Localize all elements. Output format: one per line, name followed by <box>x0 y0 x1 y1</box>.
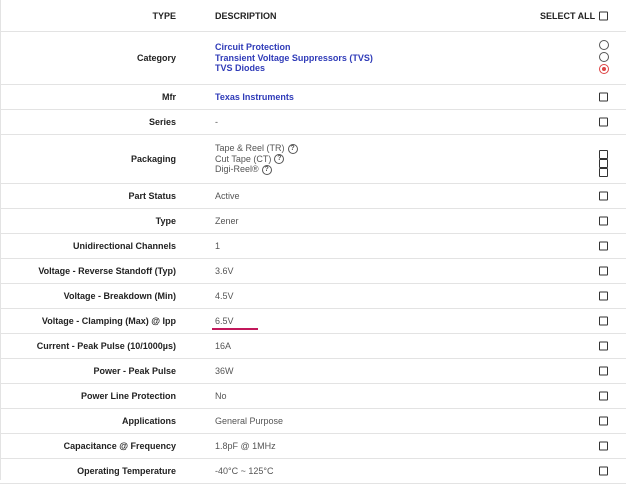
row-value: Active <box>215 191 240 201</box>
row-label: Capacitance @ Frequency <box>63 441 176 451</box>
row-label: Operating Temperature <box>77 466 176 476</box>
row-value: 4.5V <box>215 291 234 301</box>
packaging-option: Cut Tape (CT)? <box>215 154 298 165</box>
select-all-checkbox[interactable] <box>599 11 608 20</box>
row-label: Packaging <box>130 154 176 164</box>
table-row-category: Category Circuit Protection Transient Vo… <box>0 32 626 85</box>
table-row-packaging: Packaging Tape & Reel (TR)? Cut Tape (CT… <box>0 135 626 184</box>
question-circle-icon[interactable]: ? <box>287 143 298 154</box>
category-radio-tvs[interactable] <box>599 52 609 62</box>
row-value: -40°C ~ 125°C <box>215 466 274 476</box>
row-label: Power Line Protection <box>80 391 176 401</box>
category-link-tvs-diodes[interactable]: TVS Diodes <box>215 63 373 74</box>
row-checkbox[interactable] <box>599 241 608 251</box>
table-row: Part Status Active <box>0 184 626 209</box>
row-value: No <box>215 391 227 401</box>
table-row-series: Series - <box>0 110 626 135</box>
table-row: Power - Peak Pulse 36W <box>0 359 626 384</box>
row-value: Zener <box>215 216 239 226</box>
packaging-option-label: Digi-Reel® <box>215 164 259 175</box>
row-checkbox[interactable] <box>599 216 608 226</box>
packaging-checkbox-ct[interactable] <box>599 159 608 168</box>
row-label: Part Status <box>128 191 176 201</box>
row-checkbox[interactable] <box>599 291 608 301</box>
highlight-underline <box>212 328 258 330</box>
category-radio-tvs-diodes[interactable] <box>599 64 609 74</box>
row-label: Mfr <box>162 92 176 102</box>
question-circle-icon[interactable]: ? <box>274 154 285 165</box>
packaging-option-label: Cut Tape (CT) <box>215 153 272 164</box>
row-value: 16A <box>215 341 232 351</box>
table-row: Capacitance @ Frequency 1.8pF @ 1MHz <box>0 434 626 459</box>
mfr-link[interactable]: Texas Instruments <box>215 92 294 102</box>
table-row: Voltage - Clamping (Max) @ Ipp 6.5V <box>0 309 626 334</box>
table-row: Type Zener <box>0 209 626 234</box>
table-row: Applications General Purpose <box>0 409 626 434</box>
row-checkbox[interactable] <box>599 391 608 401</box>
table-row: Power Line Protection No <box>0 384 626 409</box>
row-label: Applications <box>121 416 176 426</box>
packaging-option-label: Tape & Reel (TR) <box>215 143 285 153</box>
category-radio-circuit-protection[interactable] <box>599 40 609 50</box>
type-column-header: TYPE <box>152 10 176 21</box>
select-all-label: SELECT ALL <box>540 10 596 21</box>
row-value: - <box>215 117 218 127</box>
row-value: 3.6V <box>215 266 234 276</box>
table-header-row: TYPE DESCRIPTION SELECT ALL <box>0 0 626 32</box>
category-link-circuit-protection[interactable]: Circuit Protection <box>215 42 373 53</box>
product-attributes-table: TYPE DESCRIPTION SELECT ALL Category Cir… <box>0 0 626 484</box>
row-value: 1.8pF @ 1MHz <box>215 441 276 451</box>
row-value: 36W <box>215 366 234 376</box>
row-label: Power - Peak Pulse <box>93 366 176 376</box>
row-value: 1 <box>215 241 221 251</box>
row-checkbox[interactable] <box>599 416 608 426</box>
row-checkbox[interactable] <box>599 466 608 476</box>
table-row: Voltage - Reverse Standoff (Typ) 3.6V <box>0 259 626 284</box>
table-row-mfr: Mfr Texas Instruments <box>0 85 626 110</box>
row-checkbox[interactable] <box>599 316 608 326</box>
row-checkbox[interactable] <box>599 341 608 351</box>
series-checkbox[interactable] <box>599 117 608 127</box>
row-label: Current - Peak Pulse (10/1000µs) <box>36 341 176 351</box>
row-checkbox[interactable] <box>599 366 608 376</box>
row-label: Category <box>136 53 176 63</box>
packaging-checkbox-digireel[interactable] <box>599 168 608 177</box>
row-value: General Purpose <box>215 416 284 426</box>
packaging-option: Tape & Reel (TR)? <box>215 143 298 154</box>
attribute-rows: Part Status Active Type Zener Unidirectional… <box>0 184 626 484</box>
row-label: Type <box>155 216 176 226</box>
row-value: 6.5V <box>215 316 234 326</box>
table-row: Operating Temperature -40°C ~ 125°C <box>0 459 626 484</box>
category-values: Circuit Protection Transient Voltage Sup… <box>215 42 373 74</box>
row-label: Voltage - Reverse Standoff (Typ) <box>38 266 176 276</box>
row-label: Voltage - Clamping (Max) @ Ipp <box>41 316 176 326</box>
question-circle-icon[interactable]: ? <box>261 164 272 175</box>
table-row: Voltage - Breakdown (Min) 4.5V <box>0 284 626 309</box>
row-checkbox[interactable] <box>599 266 608 276</box>
row-checkbox[interactable] <box>599 191 608 201</box>
packaging-options: Tape & Reel (TR)? Cut Tape (CT)? Digi-Re… <box>215 143 298 175</box>
row-checkbox[interactable] <box>599 441 608 451</box>
row-label: Series <box>148 117 176 127</box>
packaging-checkbox-tr[interactable] <box>599 150 608 159</box>
row-label: Unidirectional Channels <box>72 241 176 251</box>
category-link-tvs[interactable]: Transient Voltage Suppressors (TVS) <box>215 53 373 64</box>
packaging-option: Digi-Reel®? <box>215 164 298 175</box>
table-row: Unidirectional Channels 1 <box>0 234 626 259</box>
mfr-checkbox[interactable] <box>599 92 608 102</box>
description-column-header: DESCRIPTION <box>215 10 277 21</box>
table-row: Current - Peak Pulse (10/1000µs) 16A <box>0 334 626 359</box>
row-label: Voltage - Breakdown (Min) <box>63 291 176 301</box>
